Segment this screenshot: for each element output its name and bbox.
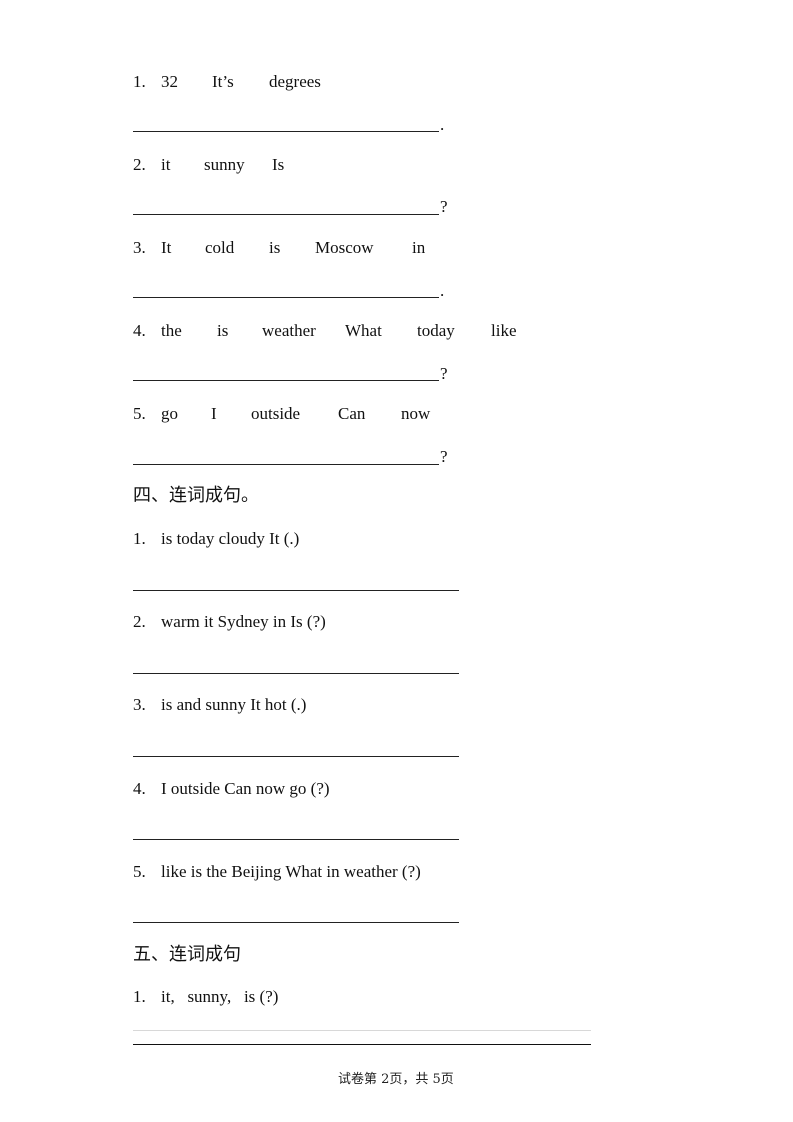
question-number: 4.: [133, 779, 146, 798]
question-item: 4. I outside Can now go (?): [133, 779, 330, 799]
end-punctuation: .: [440, 281, 445, 300]
word: is: [217, 321, 229, 340]
page-footer: 试卷第 2页，共 5页: [338, 1072, 454, 1087]
section-heading: 五、连词成句: [133, 944, 241, 965]
word: now: [401, 404, 431, 423]
question-item: 5. go I outside Can now: [133, 404, 553, 424]
word: the: [161, 321, 182, 340]
question-text: warm it Sydney in Is (?): [161, 612, 326, 631]
question-text: I outside Can now go (?): [161, 779, 330, 798]
question-number: 2.: [133, 612, 146, 631]
question-item: 1. 32 It’s degrees: [133, 72, 533, 92]
question-number: 5.: [133, 404, 146, 423]
answer-line-guide[interactable]: [133, 1030, 591, 1031]
answer-blank[interactable]: [133, 590, 459, 591]
word: 32: [161, 72, 178, 91]
question-item: 3. It cold is Moscow in: [133, 238, 553, 258]
question-item: 2. it sunny Is: [133, 155, 533, 175]
end-punctuation: ?: [440, 197, 448, 216]
word: weather: [262, 321, 316, 340]
word: is: [269, 238, 281, 257]
word: I: [211, 404, 217, 423]
word: outside: [251, 404, 301, 423]
question-item: 1. is today cloudy It (.): [133, 529, 299, 549]
question-number: 3.: [133, 238, 146, 257]
word: Moscow: [315, 238, 374, 257]
section-heading: 四、连词成句。: [133, 485, 259, 506]
question-text: is and sunny It hot (.): [161, 695, 307, 714]
word: cold: [205, 238, 235, 257]
answer-blank[interactable]: [133, 380, 439, 381]
question-text: like is the Beijing What in weather (?): [161, 862, 421, 881]
question-item: 5. like is the Beijing What in weather (…: [133, 862, 421, 882]
answer-blank[interactable]: [133, 464, 439, 465]
answer-blank[interactable]: [133, 839, 459, 840]
answer-blank[interactable]: [133, 297, 439, 298]
answer-blank[interactable]: [133, 214, 439, 215]
word: Is: [272, 155, 285, 174]
answer-blank[interactable]: [133, 922, 459, 923]
word: it: [161, 155, 171, 174]
question-item: 3. is and sunny It hot (.): [133, 695, 306, 715]
question-text: is today cloudy It (.): [161, 529, 300, 548]
word: What: [345, 321, 382, 340]
question-number: 1.: [133, 72, 146, 91]
word: It’s: [212, 72, 234, 91]
end-punctuation: ?: [440, 364, 448, 383]
question-number: 3.: [133, 695, 146, 714]
word: like: [491, 321, 517, 340]
word: degrees: [269, 72, 321, 91]
answer-line[interactable]: [133, 1044, 591, 1045]
question-number: 2.: [133, 155, 146, 174]
question-item: 1. it, sunny, is (?): [133, 987, 278, 1007]
question-text: it, sunny, is (?): [161, 987, 279, 1006]
answer-blank[interactable]: [133, 756, 459, 757]
word: in: [412, 238, 426, 257]
question-number: 1.: [133, 529, 146, 548]
answer-blank[interactable]: [133, 131, 439, 132]
question-number: 5.: [133, 862, 146, 881]
word: sunny: [204, 155, 245, 174]
question-item: 4. the is weather What today like: [133, 321, 553, 341]
word: It: [161, 238, 172, 257]
end-punctuation: ?: [440, 447, 448, 466]
answer-blank[interactable]: [133, 673, 459, 674]
question-number: 4.: [133, 321, 146, 340]
question-item: 2. warm it Sydney in Is (?): [133, 612, 326, 632]
question-number: 1.: [133, 987, 146, 1006]
word: Can: [338, 404, 366, 423]
end-punctuation: .: [440, 115, 445, 134]
word: today: [417, 321, 455, 340]
word: go: [161, 404, 178, 423]
